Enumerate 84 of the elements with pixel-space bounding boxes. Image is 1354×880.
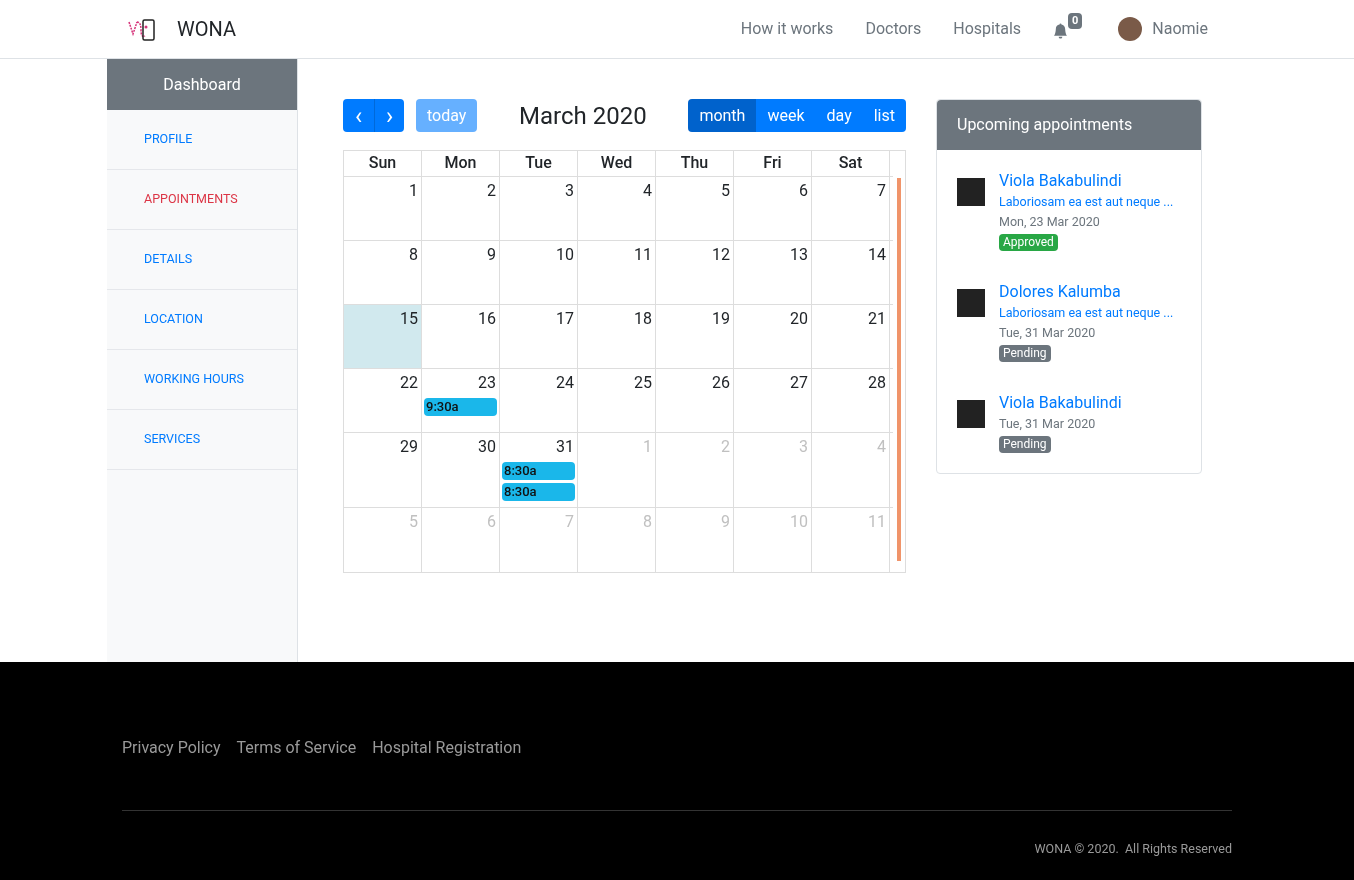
sidebar-item[interactable]: PROFILE [107,110,297,170]
appointment-note: Laboriosam ea est aut neque ... [999,193,1174,211]
stethoscope-logo-icon [127,16,157,42]
day-cell[interactable]: 19 [656,305,734,368]
nav-link[interactable]: How it works [740,17,834,41]
event-chip[interactable]: 8:30a [502,462,575,480]
bell-icon[interactable] [1053,23,1069,39]
view-tab[interactable]: list [862,99,906,132]
weekday-header: Mon [422,151,500,176]
day-cell[interactable]: 8 [344,241,422,304]
day-cell[interactable]: 3 [500,177,578,240]
day-cell[interactable]: 12 [656,241,734,304]
view-tab[interactable]: week [756,99,816,132]
nav-link[interactable]: Doctors [865,17,922,41]
day-cell[interactable]: 26 [656,369,734,432]
view-tab[interactable]: month [688,99,757,132]
appointment-date: Tue, 31 Mar 2020 [999,415,1097,433]
card-header: Upcoming appointments [937,100,1201,150]
day-cell[interactable]: 25 [578,369,656,432]
day-cell[interactable]: 31 8:30a 8:30a [500,433,578,507]
sidebar-item[interactable]: SERVICES [107,410,297,470]
sidebar-item[interactable]: LOCATION [107,290,297,350]
footer-link[interactable]: Privacy Policy [122,736,221,760]
user-name[interactable]: Naomie [1152,17,1208,41]
doctor-name[interactable]: Dolores Kalumba [999,281,1174,303]
weekday-header: Sat [812,151,890,176]
day-cell[interactable]: 5 [656,177,734,240]
status-badge: Pending [999,345,1051,362]
footer-link[interactable]: Hospital Registration [372,736,522,760]
avatar-placeholder [957,400,985,428]
day-cell[interactable]: 20 [734,305,812,368]
day-cell[interactable]: 7 [812,177,890,240]
day-cell[interactable]: 4 [578,177,656,240]
previous-button[interactable]: ‹ [343,99,374,132]
appointment-date: Tue, 31 Mar 2020 [999,324,1097,342]
status-badge: Approved [999,234,1058,251]
weekday-header: Wed [578,151,656,176]
footer-link[interactable]: Terms of Service [236,736,357,760]
view-tab[interactable]: day [815,99,863,132]
calendar-title: March 2020 [518,100,648,132]
day-cell[interactable]: 2 [422,177,500,240]
day-cell[interactable]: 11 [578,241,656,304]
status-badge: Pending [999,436,1051,453]
weekday-header: Thu [656,151,734,176]
avatar-placeholder[interactable] [1118,17,1143,41]
day-cell[interactable]: 29 [344,433,422,507]
scrollbar-thumb[interactable] [897,178,901,561]
day-cell[interactable]: 28 [812,369,890,432]
notification-count: 0 [1068,13,1083,29]
day-cell[interactable]: 1 [344,177,422,240]
copyright-text: WONA © 2020. All Rights Reserved [1034,840,1232,858]
sidebar-item[interactable]: APPOINTMENTS [107,170,297,230]
weekday-header: Fri [734,151,812,176]
next-button[interactable]: › [374,99,404,132]
day-cell[interactable]: 18 [578,305,656,368]
sidebar-title: Dashboard [107,59,297,110]
appointment-date: Mon, 23 Mar 2020 [999,213,1101,231]
day-cell[interactable]: 23 9:30a [422,369,500,432]
weekday-header: Tue [500,151,578,176]
brand-name[interactable]: WONA [177,14,236,44]
nav-link[interactable]: Hospitals [953,17,1022,41]
day-cell[interactable]: 30 [422,433,500,507]
event-chip[interactable]: 8:30a [502,483,575,501]
day-cell[interactable]: 15 [344,305,422,368]
day-cell[interactable]: 10 [500,241,578,304]
day-cell[interactable]: 6 [734,177,812,240]
day-cell[interactable]: 22 [344,369,422,432]
event-chip[interactable]: 9:30a [424,398,497,416]
day-cell[interactable]: 14 [812,241,890,304]
sidebar-item[interactable]: DETAILS [107,230,297,290]
sidebar-item[interactable]: WORKING HOURS [107,350,297,410]
avatar-placeholder [957,178,985,206]
doctor-name[interactable]: Viola Bakabulindi [999,170,1174,192]
doctor-name[interactable]: Viola Bakabulindi [999,392,1122,414]
day-cell[interactable]: 21 [812,305,890,368]
day-cell[interactable]: 13 [734,241,812,304]
day-cell[interactable]: 17 [500,305,578,368]
day-cell[interactable]: 9 [422,241,500,304]
weekday-header: Sun [344,151,422,176]
day-cell[interactable]: 16 [422,305,500,368]
avatar-placeholder [957,289,985,317]
day-cell[interactable]: 27 [734,369,812,432]
day-cell[interactable]: 24 [500,369,578,432]
appointment-note: Laboriosam ea est aut neque ... [999,304,1174,322]
